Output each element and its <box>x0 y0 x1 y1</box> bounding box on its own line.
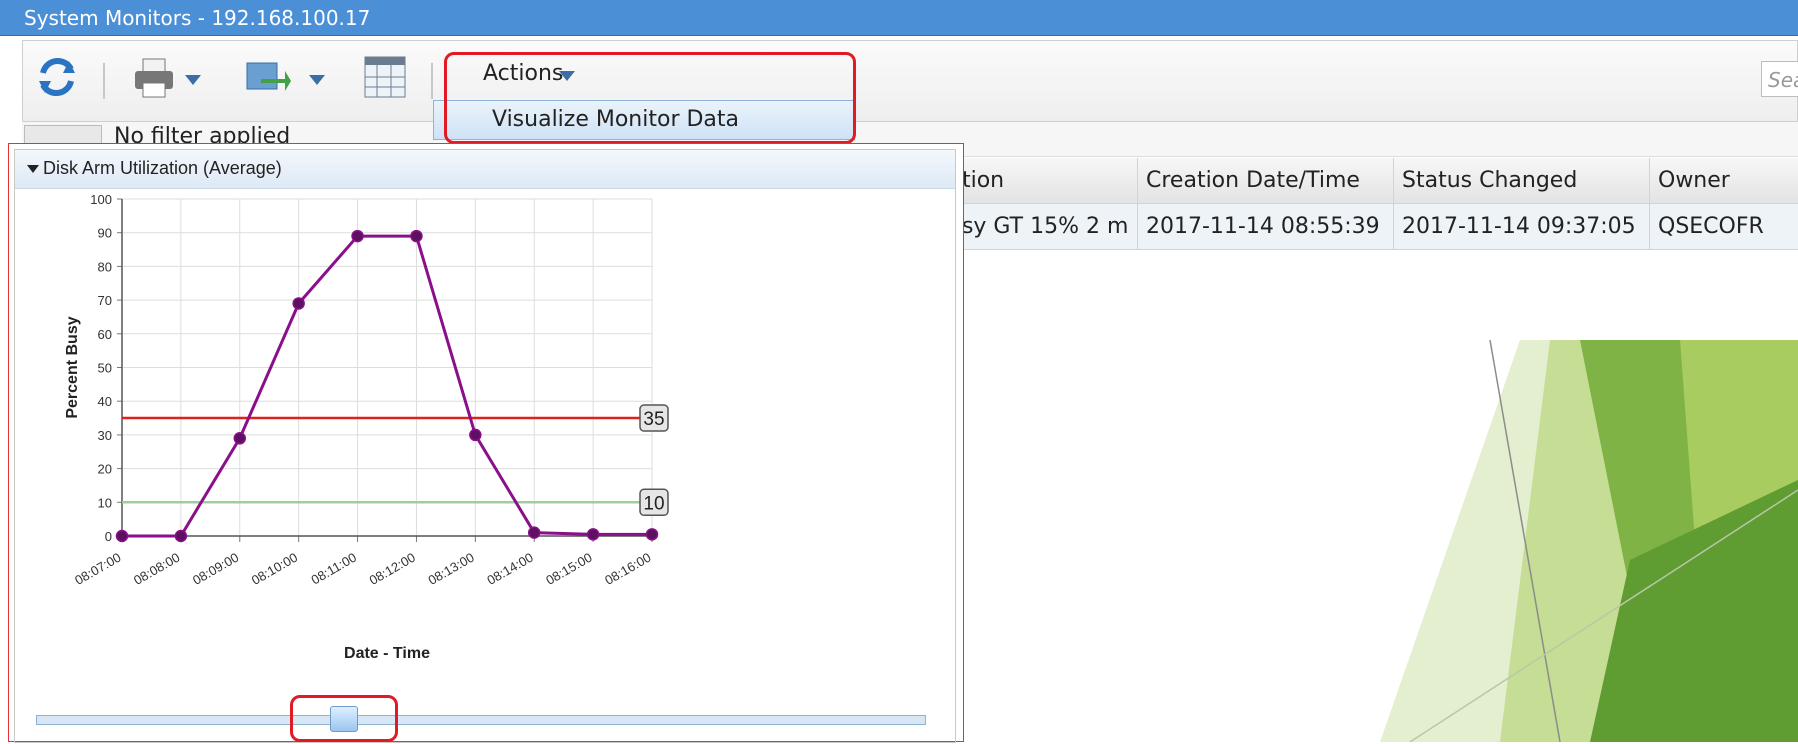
chart-panel-header[interactable]: Disk Arm Utilization (Average) <box>15 150 955 189</box>
print-dropdown-icon[interactable] <box>185 75 201 85</box>
decorative-green-shapes <box>1380 340 1798 742</box>
x-tick-label: 08:15:00 <box>543 550 594 588</box>
y-tick-label: 70 <box>98 293 112 308</box>
y-tick-label: 0 <box>105 529 112 544</box>
y-tick-label: 50 <box>98 361 112 376</box>
x-tick-label: 08:10:00 <box>249 550 300 588</box>
x-tick-label: 08:14:00 <box>484 550 535 588</box>
data-point <box>586 528 600 541</box>
y-tick-label: 90 <box>98 226 112 241</box>
toolbar-separator <box>431 63 433 99</box>
table-cell-description[interactable]: usy GT 15% 2 m <box>940 204 1138 250</box>
y-tick-label: 40 <box>98 394 112 409</box>
threshold-label: 35 <box>643 409 664 430</box>
search-input[interactable]: Search <box>1761 61 1798 97</box>
table-cell-creation-date[interactable]: 2017-11-14 08:55:39 <box>1138 204 1394 250</box>
data-point <box>645 528 659 541</box>
x-tick-label: 08:12:00 <box>367 550 418 588</box>
toolbar: Actions Search <box>22 40 1798 122</box>
y-axis-title: Percent Busy <box>64 316 81 418</box>
columns-icon[interactable] <box>363 55 407 99</box>
y-tick-label: 80 <box>98 259 112 274</box>
y-tick-label: 100 <box>90 192 112 207</box>
y-tick-label: 10 <box>98 495 112 510</box>
column-header-status-changed[interactable]: Status Changed <box>1394 158 1650 204</box>
data-point <box>469 428 482 442</box>
data-point <box>174 529 188 543</box>
data-point <box>527 526 541 539</box>
x-tick-label: 08:11:00 <box>309 550 359 588</box>
data-point <box>410 229 423 243</box>
data-point <box>351 229 364 243</box>
print-icon[interactable] <box>131 57 179 101</box>
x-tick-label: 08:09:00 <box>190 550 241 588</box>
column-header-owner[interactable]: Owner <box>1650 158 1798 204</box>
column-header-creation-date[interactable]: Creation Date/Time <box>1138 158 1394 204</box>
series-line <box>122 234 652 538</box>
refresh-icon[interactable] <box>35 55 79 99</box>
x-tick-label: 08:07:00 <box>72 550 123 588</box>
data-point <box>115 529 129 543</box>
time-range-slider[interactable] <box>36 715 926 725</box>
x-tick-label: 08:16:00 <box>602 550 653 588</box>
data-point <box>292 297 305 310</box>
x-axis-title: Date - Time <box>344 645 430 662</box>
x-tick-label: 08:08:00 <box>131 550 182 588</box>
toolbar-separator <box>103 63 105 99</box>
y-tick-label: 60 <box>98 327 112 342</box>
chart-panel: Disk Arm Utilization (Average) 0 10 20 30 40… <box>8 143 964 743</box>
chart-panel-body: Disk Arm Utilization (Average) 0 10 20 30 40… <box>14 149 956 743</box>
threshold-label: 10 <box>643 493 664 514</box>
window-title: System Monitors - 192.168.100.17 <box>0 0 1798 36</box>
chart-panel-title: Disk Arm Utilization (Average) <box>43 158 282 178</box>
disk-arm-utilization-chart: 010203040506070809010008:07:00 08:08:00 08… <box>64 192 669 662</box>
table-cell-owner[interactable]: QSECOFR <box>1650 204 1798 250</box>
export-icon[interactable] <box>245 57 291 97</box>
actions-highlight <box>444 52 856 144</box>
slider-highlight <box>290 695 398 742</box>
export-dropdown-icon[interactable] <box>309 75 325 85</box>
column-header-description[interactable]: ption <box>940 158 1138 204</box>
x-tick-label: 08:13:00 <box>426 550 477 588</box>
y-tick-label: 20 <box>98 462 112 477</box>
collapse-icon[interactable] <box>27 165 39 173</box>
table-cell-status-changed[interactable]: 2017-11-14 09:37:05 <box>1394 204 1650 250</box>
y-tick-label: 30 <box>98 428 112 443</box>
data-point <box>233 432 247 445</box>
